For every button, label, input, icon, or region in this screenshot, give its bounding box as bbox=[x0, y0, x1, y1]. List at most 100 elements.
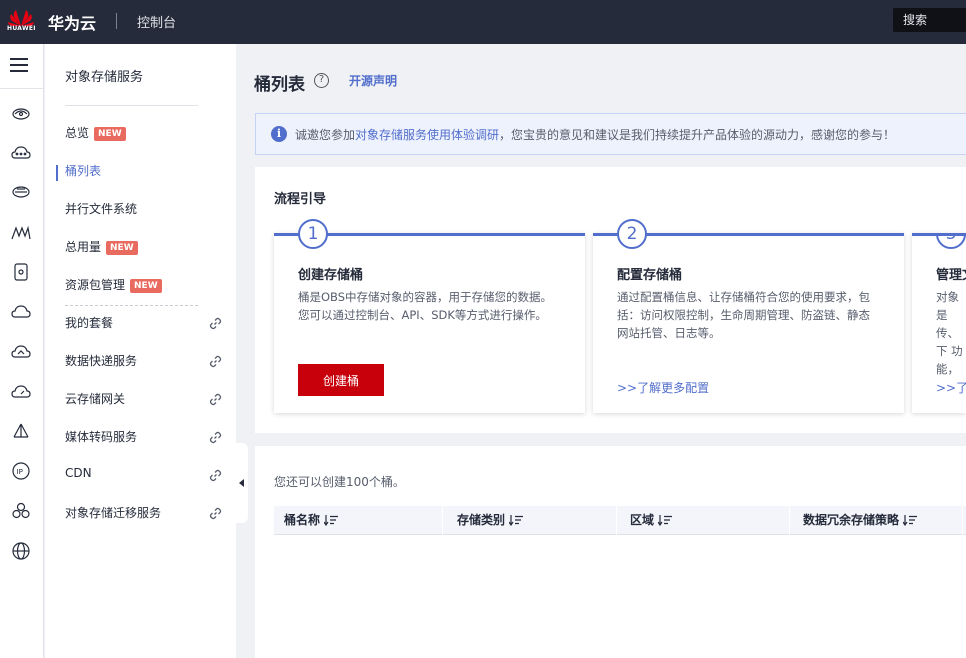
step-card-configure: 2 配置存储桶 通过配置桶信息、让存储桶符合您的使用要求，包括：访问权限控制，生… bbox=[593, 219, 904, 413]
nav-item-migration[interactable]: 对象存储迁移服务 bbox=[65, 504, 161, 526]
service-rail: IP bbox=[0, 44, 44, 658]
external-link-icon[interactable] bbox=[209, 469, 222, 482]
external-link-icon[interactable] bbox=[209, 355, 222, 368]
step-card-manage: 3 管理文 对象是 传、下 功能， >>了解 bbox=[912, 233, 966, 413]
network-icon[interactable] bbox=[10, 421, 32, 443]
column-redundancy-policy[interactable]: 数据冗余存储策略 bbox=[803, 506, 918, 535]
nav-item-label: CDN bbox=[65, 466, 92, 480]
nav-item-label: 云存储网关 bbox=[65, 392, 126, 406]
collapse-arrow-icon bbox=[239, 479, 244, 487]
cloud-gauge-icon[interactable] bbox=[10, 381, 32, 403]
cloud-dots-icon[interactable] bbox=[10, 142, 32, 164]
storage-icon[interactable] bbox=[10, 181, 32, 203]
search-placeholder: 搜索 bbox=[903, 13, 928, 27]
step-number: 2 bbox=[617, 219, 647, 249]
nav-item-media-transcode[interactable]: 媒体转码服务 bbox=[65, 428, 137, 450]
step-card-create: 1 创建存储桶 桶是OBS中存储对象的容器，用于存储您的数据。您可以通过控制台、… bbox=[274, 219, 585, 413]
sort-icon[interactable] bbox=[658, 515, 673, 526]
notice-suffix: ，您宝贵的意见和建议是我们持续提升产品体验的源动力，感谢您的参与！ bbox=[499, 128, 896, 142]
column-divider bbox=[789, 506, 790, 535]
notice-text: 诚邀您参加对象存储服务使用体验调研，您宝贵的意见和建议是我们持续提升产品体验的源… bbox=[295, 126, 895, 143]
collapse-sidebar-button[interactable] bbox=[236, 443, 248, 523]
step-title: 创建存储桶 bbox=[298, 268, 364, 283]
sort-icon[interactable] bbox=[324, 515, 339, 526]
nav-item-bucket-list[interactable]: 桶列表 bbox=[56, 162, 102, 184]
brand-name[interactable]: 华为云 bbox=[48, 10, 96, 34]
step-description: 桶是OBS中存储对象的容器，用于存储您的数据。您可以通过控制台、API、SDK等… bbox=[298, 290, 553, 322]
learn-more-link[interactable]: >>了解 bbox=[936, 379, 966, 396]
nav-item-cdn[interactable]: CDN bbox=[65, 466, 92, 488]
column-storage-class[interactable]: 存储类别 bbox=[457, 506, 524, 535]
info-icon: i bbox=[271, 126, 287, 142]
menu-icon[interactable] bbox=[10, 58, 28, 72]
nav-item-storage-gateway[interactable]: 云存储网关 bbox=[65, 390, 125, 412]
sort-icon[interactable] bbox=[903, 515, 918, 526]
rail-divider bbox=[0, 88, 44, 89]
console-link[interactable]: 控制台 bbox=[137, 12, 176, 31]
nav-item-overview[interactable]: 总览 NEW bbox=[65, 124, 126, 146]
nav-item-my-package[interactable]: 我的套餐 bbox=[65, 314, 113, 336]
process-guide: 流程引导 1 创建存储桶 桶是OBS中存储对象的容器，用于存储您的数据。您可以通… bbox=[255, 167, 966, 433]
active-indicator bbox=[56, 165, 58, 181]
step-title: 配置存储桶 bbox=[617, 268, 683, 283]
cloud-icon[interactable] bbox=[10, 301, 32, 323]
nav-item-resource-package[interactable]: 资源包管理 NEW bbox=[65, 276, 162, 298]
nav-item-label: 媒体转码服务 bbox=[65, 430, 138, 444]
nav-item-data-express[interactable]: 数据快递服务 bbox=[65, 352, 137, 374]
step-number: 3 bbox=[936, 236, 966, 249]
nav-item-label: 桶列表 bbox=[65, 164, 102, 178]
external-link-icon[interactable] bbox=[209, 431, 222, 444]
ip-icon[interactable]: IP bbox=[10, 460, 32, 482]
column-divider bbox=[616, 506, 617, 535]
step-title: 管理文 bbox=[936, 268, 966, 283]
sort-icon[interactable] bbox=[509, 515, 524, 526]
guide-title: 流程引导 bbox=[274, 192, 327, 207]
open-source-link[interactable]: 开源声明 bbox=[349, 72, 397, 89]
search-input[interactable]: 搜索 bbox=[893, 8, 966, 32]
column-divider bbox=[442, 506, 443, 535]
subnav-title: 对象存储服务 bbox=[65, 70, 144, 85]
external-link-icon[interactable] bbox=[209, 393, 222, 406]
new-badge: NEW bbox=[130, 279, 162, 293]
cluster-icon[interactable] bbox=[10, 500, 32, 522]
bucket-quota-text: 您还可以创建100个桶。 bbox=[274, 475, 405, 489]
globe-icon[interactable] bbox=[10, 540, 32, 562]
help-icon[interactable]: ? bbox=[314, 73, 329, 88]
nav-item-label: 资源包管理 bbox=[65, 278, 126, 292]
subnav-dashed-divider bbox=[65, 305, 198, 306]
column-label: 存储类别 bbox=[457, 513, 506, 527]
column-label: 数据冗余存储策略 bbox=[803, 513, 900, 527]
huawei-logo[interactable] bbox=[6, 6, 36, 40]
step-description: 通过配置桶信息、让存储桶符合您的使用要求，包括：访问权限控制，生命周期管理、防盗… bbox=[617, 290, 870, 340]
learn-more-config-link[interactable]: >>了解更多配置 bbox=[617, 379, 709, 396]
nav-item-label: 总览 bbox=[65, 126, 90, 140]
divider bbox=[116, 13, 117, 29]
cloud-up-icon[interactable] bbox=[10, 341, 32, 363]
top-bar: HUAWEI 华为云 控制台 搜索 bbox=[0, 0, 966, 44]
nav-item-parallel-fs[interactable]: 并行文件系统 bbox=[65, 200, 137, 222]
obs-icon[interactable] bbox=[10, 102, 32, 124]
column-divider bbox=[962, 506, 963, 535]
new-badge: NEW bbox=[106, 241, 138, 255]
external-link-icon[interactable] bbox=[209, 507, 222, 520]
nav-item-label: 并行文件系统 bbox=[65, 202, 138, 216]
external-link-icon[interactable] bbox=[209, 317, 222, 330]
new-badge: NEW bbox=[94, 127, 126, 141]
bucket-list-panel: 您还可以创建100个桶。 桶名称 存储类别 区域 数据冗余存储策略 bbox=[255, 446, 966, 658]
column-label: 区域 bbox=[630, 513, 655, 527]
step-description: 对象是 传、下 功能， bbox=[936, 290, 963, 376]
subnav-divider bbox=[65, 105, 198, 106]
nav-item-label: 对象存储迁移服务 bbox=[65, 506, 162, 520]
nav-item-usage[interactable]: 总用量 NEW bbox=[65, 238, 138, 260]
survey-link[interactable]: 对象存储服务使用体验调研 bbox=[355, 128, 499, 142]
column-bucket-name[interactable]: 桶名称 bbox=[284, 506, 339, 535]
svg-text:IP: IP bbox=[17, 468, 23, 476]
notice-prefix: 诚邀您参加 bbox=[295, 128, 356, 142]
sub-navigation: 对象存储服务 总览 NEW 桶列表 并行文件系统 总用量 NEW 资源包管理 NEW … bbox=[45, 44, 236, 658]
nav-item-label: 总用量 bbox=[65, 240, 102, 254]
notice-banner: i 诚邀您参加对象存储服务使用体验调研，您宝贵的意见和建议是我们持续提升产品体验… bbox=[255, 113, 966, 155]
drive-icon[interactable] bbox=[10, 261, 32, 283]
column-region[interactable]: 区域 bbox=[630, 506, 673, 535]
mountain-icon[interactable] bbox=[10, 222, 32, 244]
create-bucket-button[interactable]: 创建桶 bbox=[298, 364, 384, 396]
